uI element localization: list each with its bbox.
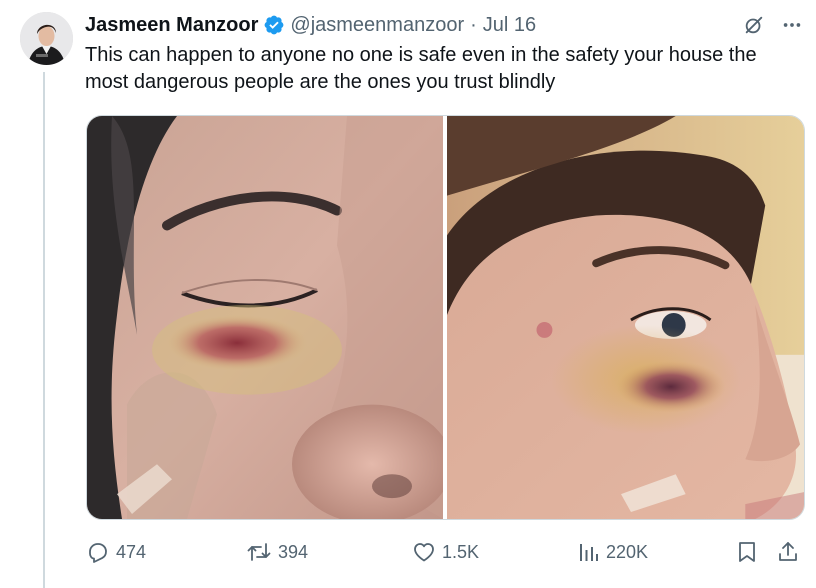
repost-icon (246, 540, 272, 564)
like-button[interactable]: 1.5K (412, 538, 479, 566)
reply-icon (86, 540, 110, 564)
photo-bruised-cheek-profile[interactable] (447, 116, 804, 519)
avatar[interactable] (20, 12, 73, 65)
like-icon (412, 540, 436, 564)
reply-count: 474 (116, 541, 147, 562)
tweet-date[interactable]: Jul 16 (483, 14, 536, 37)
display-name[interactable]: Jasmeen Manzoor (85, 14, 258, 37)
views-count: 220K (606, 541, 649, 562)
repost-button[interactable]: 394 (246, 538, 308, 566)
repost-count: 394 (278, 541, 309, 562)
separator-dot: · (470, 13, 477, 36)
reply-button[interactable]: 474 (86, 538, 146, 566)
share-button[interactable] (776, 538, 800, 566)
share-icon (776, 540, 800, 564)
tweet-actions: 474 394 1.5K 220K (86, 538, 806, 566)
thread-line (43, 72, 45, 588)
more-icon[interactable] (780, 13, 804, 37)
handle[interactable]: @jasmeenmanzoor (290, 14, 464, 37)
tweet-text: This can happen to anyone no one is safe… (85, 44, 757, 93)
verified-badge-icon[interactable] (263, 14, 285, 36)
bookmark-icon (736, 540, 758, 564)
grok-icon[interactable] (742, 13, 766, 37)
views-icon (576, 540, 600, 564)
header-actions (742, 12, 804, 38)
bookmark-button[interactable] (736, 538, 758, 566)
tweet-header: Jasmeen Manzoor @jasmeenmanzoor · Jul 16 (85, 12, 804, 38)
views-button[interactable]: 220K (576, 538, 648, 566)
photo-bruised-eye-closeup[interactable] (87, 116, 443, 519)
tweet-media[interactable] (86, 115, 805, 520)
like-count: 1.5K (442, 541, 480, 562)
